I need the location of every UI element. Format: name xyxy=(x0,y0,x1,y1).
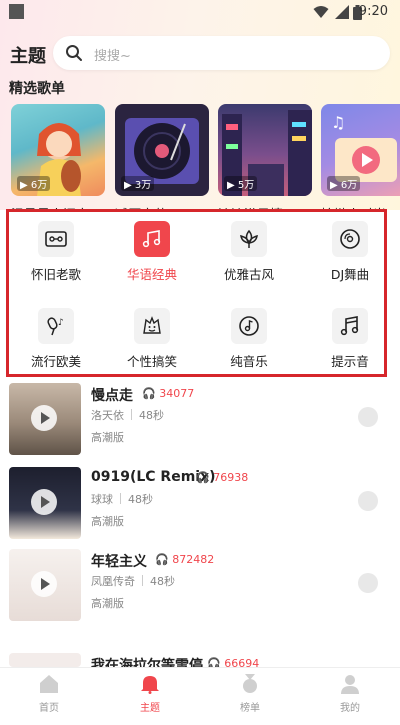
app-notification-icon xyxy=(9,4,24,19)
more-options-icon[interactable] xyxy=(358,573,378,593)
song-quality: 高潮版 xyxy=(91,597,124,610)
category-item[interactable]: DJ舞曲 xyxy=(305,221,395,283)
funny-face-icon xyxy=(134,308,170,344)
status-bar: 9:20 xyxy=(0,0,400,24)
song-artist: 凤凰传奇 xyxy=(91,575,135,588)
category-item[interactable]: 纯音乐 xyxy=(204,308,294,370)
song-cover xyxy=(9,653,81,667)
playlist-cover: ▶ 6万 xyxy=(11,104,105,196)
category-item[interactable]: 优雅古风 xyxy=(204,221,294,283)
song-duration: 48秒 xyxy=(150,575,175,588)
song-quality: 高潮版 xyxy=(91,431,124,444)
double-note-icon xyxy=(332,308,368,344)
play-count: ▶ 3万 xyxy=(121,176,155,191)
category-label: 个性搞笑 xyxy=(126,354,177,369)
play-count: 🎧 34077 xyxy=(142,387,195,400)
user-icon xyxy=(341,675,359,694)
medal-icon xyxy=(243,674,257,693)
play-count: ▶ 6万 xyxy=(327,176,361,191)
song-cover xyxy=(9,549,81,621)
bottom-nav: 首页 主题 榜单 我的 xyxy=(0,667,400,714)
svg-text:♪: ♪ xyxy=(58,318,64,328)
music-note-icon xyxy=(134,221,170,257)
microphone-icon: ♪ xyxy=(38,308,74,344)
home-icon xyxy=(40,675,58,693)
play-count: 🎧 76938 xyxy=(196,471,249,484)
more-options-icon[interactable] xyxy=(358,491,378,511)
music-disc-icon xyxy=(231,308,267,344)
play-icon[interactable] xyxy=(31,489,57,515)
category-label: 流行欧美 xyxy=(30,354,81,369)
category-label: 华语经典 xyxy=(126,267,177,282)
featured-section-title: 精选歌单 xyxy=(9,81,65,97)
nav-item-mine[interactable]: 我的 xyxy=(320,674,380,714)
category-item-active[interactable]: 华语经典 xyxy=(107,221,197,283)
category-item[interactable]: 个性搞笑 xyxy=(107,308,197,370)
cassette-icon xyxy=(38,221,74,257)
nav-item-theme[interactable]: 主题 xyxy=(120,674,180,714)
nav-item-home[interactable]: 首页 xyxy=(19,674,79,714)
song-row[interactable]: 年轻主义 🎧 872482 凤凰传奇 48秒 高潮版 xyxy=(0,549,400,621)
song-cover xyxy=(9,467,81,539)
page-title: 主题 xyxy=(10,46,46,67)
playlist-cover: ▶ 5万 xyxy=(218,104,312,196)
bell-icon xyxy=(141,676,159,694)
playlist-card[interactable]: ♫ ▶ 6万 慵懒小时光 xyxy=(321,104,400,223)
song-artist: 球球 xyxy=(91,493,113,506)
song-title: 慢点走 xyxy=(91,388,133,404)
play-icon[interactable] xyxy=(31,405,57,431)
playlist-card[interactable]: ▶ 6万 温柔是人间宝... xyxy=(11,104,105,223)
song-quality: 高潮版 xyxy=(91,515,124,528)
playlist-card[interactable]: ▶ 5万 浓浓港风情 xyxy=(218,104,312,223)
play-count: ▶ 6万 xyxy=(17,176,51,191)
category-label: DJ舞曲 xyxy=(330,267,370,282)
wifi-icon xyxy=(313,6,329,18)
category-label: 怀旧老歌 xyxy=(30,267,81,282)
song-title: 年轻主义 xyxy=(91,554,147,570)
play-count: 🎧 872482 xyxy=(155,553,215,566)
category-label: 纯音乐 xyxy=(230,354,268,369)
lotus-icon xyxy=(231,221,267,257)
song-meta: 洛天依 48秒 xyxy=(91,407,164,423)
search-input[interactable]: 搜搜~ xyxy=(53,36,390,70)
song-duration: 48秒 xyxy=(128,493,153,506)
song-row[interactable]: 0919(LC Remix) 🎧 76938 球球 48秒 高潮版 xyxy=(0,467,400,539)
song-meta: 球球 48秒 xyxy=(91,491,153,507)
more-options-icon[interactable] xyxy=(358,407,378,427)
category-grid: 怀旧老歌 华语经典 优雅古风 DJ舞曲 ♪ 流行欧美 个性搞笑 纯音乐 提示音 xyxy=(6,209,387,377)
category-item[interactable]: 提示音 xyxy=(305,308,395,370)
category-item[interactable]: 怀旧老歌 xyxy=(11,221,101,283)
category-item[interactable]: ♪ 流行欧美 xyxy=(11,308,101,370)
song-duration: 48秒 xyxy=(139,409,164,422)
svg-text:♫: ♫ xyxy=(331,113,345,132)
play-count: ▶ 5万 xyxy=(224,176,258,191)
playlist-card[interactable]: ▶ 3万 减压良药 xyxy=(115,104,209,223)
category-label: 提示音 xyxy=(331,354,369,369)
song-meta: 凤凰传奇 48秒 xyxy=(91,573,175,589)
signal-icon xyxy=(335,5,349,19)
song-row[interactable]: 慢点走 🎧 34077 洛天依 48秒 高潮版 xyxy=(0,383,400,455)
play-icon[interactable] xyxy=(31,571,57,597)
status-time: 9:20 xyxy=(358,4,388,19)
song-cover xyxy=(9,383,81,455)
playlist-cover: ▶ 3万 xyxy=(115,104,209,196)
search-placeholder: 搜搜~ xyxy=(94,49,131,64)
song-artist: 洛天依 xyxy=(91,409,124,422)
category-label: 优雅古风 xyxy=(223,267,274,282)
vinyl-record-icon xyxy=(332,221,368,257)
nav-item-charts[interactable]: 榜单 xyxy=(220,674,280,714)
playlist-cover: ♫ ▶ 6万 xyxy=(321,104,400,196)
search-icon xyxy=(66,45,82,61)
